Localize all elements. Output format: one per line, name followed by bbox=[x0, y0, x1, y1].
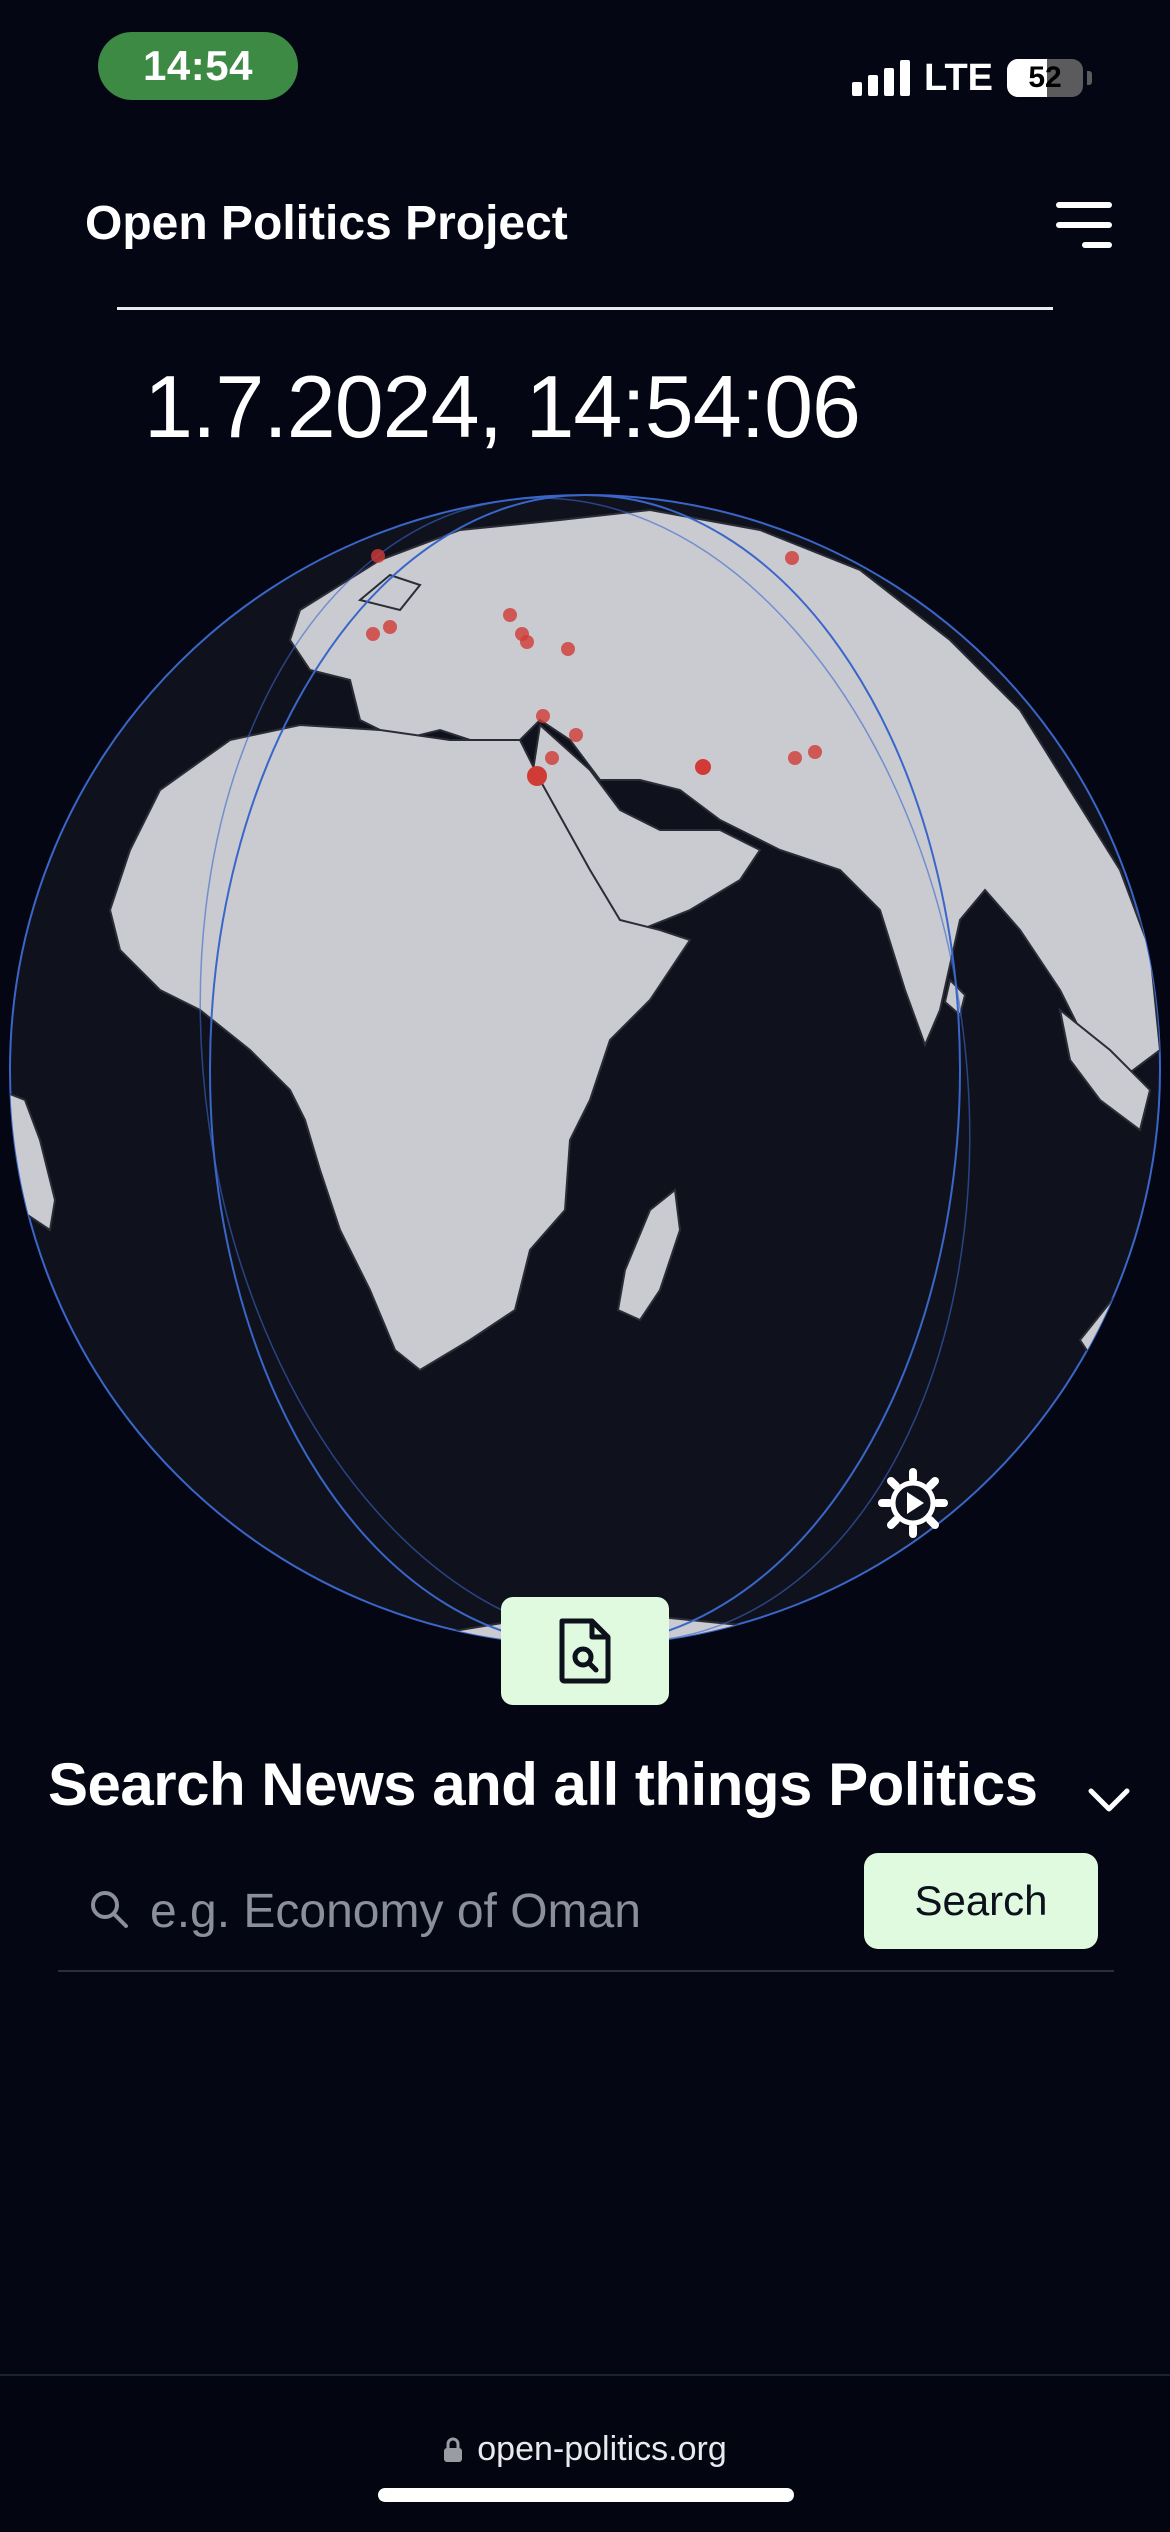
event-marker bbox=[371, 549, 385, 563]
event-marker bbox=[808, 745, 822, 759]
battery-icon: 52 bbox=[1007, 59, 1083, 97]
document-search-button[interactable] bbox=[501, 1597, 669, 1705]
search-section-title: Search News and all things Politics bbox=[48, 1751, 1038, 1818]
world-globe[interactable] bbox=[0, 490, 1170, 1670]
battery-cap bbox=[1087, 71, 1092, 85]
document-search-icon bbox=[559, 1618, 611, 1684]
site-title[interactable]: Open Politics Project bbox=[85, 196, 568, 251]
search-underline bbox=[58, 1970, 1114, 1972]
browser-url[interactable]: open-politics.org bbox=[477, 2430, 726, 2469]
event-marker bbox=[520, 635, 534, 649]
network-type: LTE bbox=[924, 56, 993, 99]
cellular-signal-icon bbox=[852, 60, 911, 96]
search-icon bbox=[91, 1891, 128, 1928]
search-input[interactable] bbox=[150, 1876, 850, 1946]
event-marker bbox=[503, 608, 517, 622]
home-indicator[interactable] bbox=[378, 2488, 794, 2502]
live-clock: 1.7.2024, 14:54:06 bbox=[144, 357, 861, 456]
status-indicators: LTE 52 bbox=[852, 56, 1092, 100]
event-marker bbox=[545, 751, 559, 765]
lock-icon bbox=[444, 2437, 463, 2462]
status-time-pill[interactable]: 14:54 bbox=[98, 32, 298, 100]
event-marker bbox=[695, 759, 711, 775]
header-divider bbox=[117, 307, 1053, 310]
event-marker bbox=[383, 620, 397, 634]
status-time: 14:54 bbox=[143, 42, 253, 89]
event-marker bbox=[536, 709, 550, 723]
browser-address-bar[interactable]: open-politics.org bbox=[0, 2374, 1170, 2532]
event-marker bbox=[527, 766, 547, 786]
event-marker bbox=[366, 627, 380, 641]
search-button[interactable]: Search bbox=[864, 1853, 1098, 1949]
gear-icon[interactable] bbox=[876, 1466, 950, 1540]
chevron-down-icon[interactable] bbox=[1086, 1782, 1132, 1816]
hamburger-menu-icon[interactable] bbox=[1048, 196, 1118, 254]
event-marker bbox=[785, 551, 799, 565]
event-marker bbox=[561, 642, 575, 656]
event-marker bbox=[788, 751, 802, 765]
event-marker bbox=[569, 728, 583, 742]
battery-level: 52 bbox=[1028, 61, 1062, 94]
